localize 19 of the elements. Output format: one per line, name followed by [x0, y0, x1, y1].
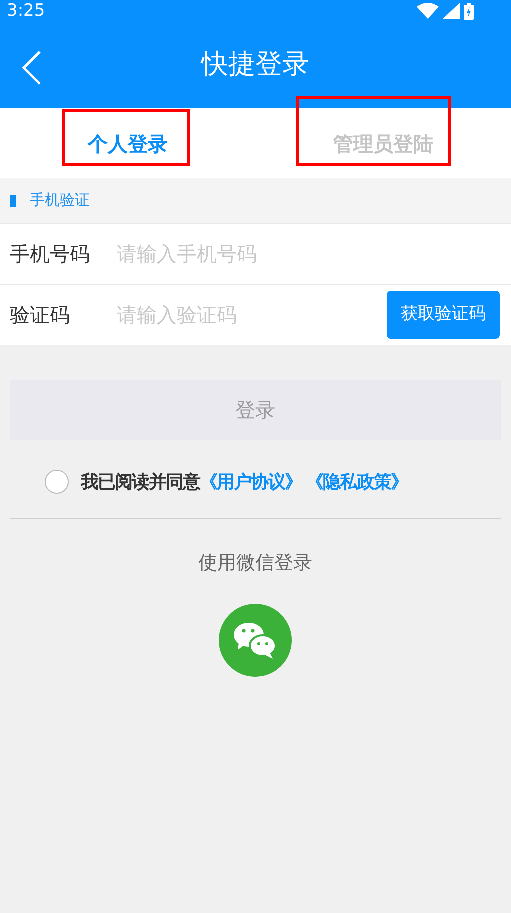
field-label: 验证码 — [10, 302, 71, 329]
battery-icon — [464, 2, 474, 20]
field-label: 手机号码 — [10, 241, 91, 268]
agreement-link[interactable]: 《用户协议》 — [200, 468, 302, 496]
tab[interactable]: 个人登录 — [88, 128, 168, 158]
section-marker — [10, 194, 16, 206]
back-icon[interactable] — [22, 51, 42, 85]
tab[interactable]: 管理员登陆 — [333, 128, 434, 158]
chat-bubbles-icon[interactable] — [219, 604, 292, 676]
wechat-login-label: 使用微信登录 — [198, 551, 314, 576]
agreement-text: 我已阅读并同意 — [81, 470, 200, 494]
section-title: 手机验证 — [30, 190, 90, 212]
get-code-button[interactable]: 获取验证码 — [387, 291, 500, 339]
wifi-icon — [417, 3, 439, 19]
status-time: 3:25 — [7, 2, 46, 20]
page-title: 快捷登录 — [202, 48, 310, 82]
agree-checkbox[interactable] — [45, 470, 69, 494]
agreement-link[interactable]: 《隐私政策》 — [306, 468, 408, 496]
signal-icon — [443, 3, 460, 19]
